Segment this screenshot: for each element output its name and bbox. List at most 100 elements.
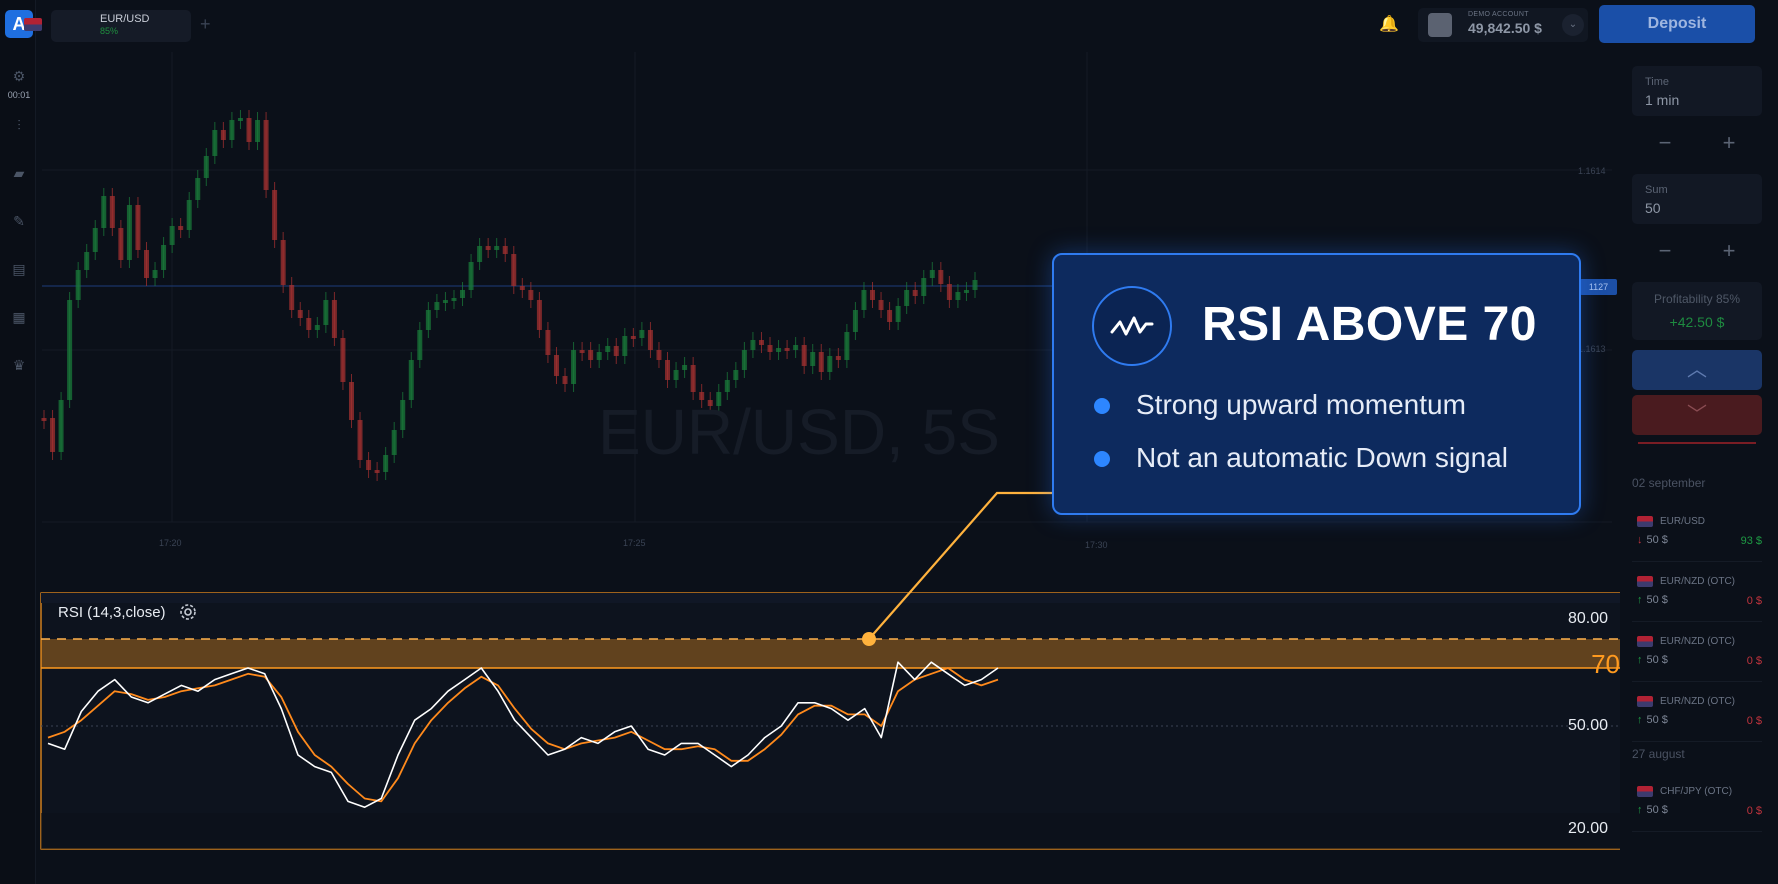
candle-body xyxy=(793,345,799,350)
candle-body xyxy=(571,350,577,384)
deposit-button[interactable]: Deposit xyxy=(1599,5,1755,43)
candle-body xyxy=(767,345,773,352)
trade-history-item[interactable]: EUR/USD ↓ 50 $ 93 $ xyxy=(1632,508,1762,562)
candle-body xyxy=(84,252,90,270)
flag-icon xyxy=(1637,516,1653,527)
candle-body xyxy=(955,292,961,300)
candle-body xyxy=(67,300,73,400)
indicators-icon[interactable]: ▤ xyxy=(9,259,29,279)
candle-body xyxy=(887,310,893,322)
bell-icon[interactable]: 🔔 xyxy=(1378,14,1400,36)
trading-app: { "topbar": { "asset_name": "EUR/USD", "… xyxy=(0,0,1778,884)
candle-body xyxy=(374,470,380,473)
candle-body xyxy=(682,365,688,370)
trade-history-item[interactable]: EUR/NZD (OTC) ↑ 50 $ 0 $ xyxy=(1632,628,1762,682)
candle-body xyxy=(647,330,653,350)
candle-body xyxy=(477,246,483,262)
sum-decrease-button[interactable]: − xyxy=(1650,238,1680,264)
candle-body xyxy=(280,240,286,285)
current-price-tag: 1127 xyxy=(1580,279,1617,295)
candles-icon[interactable]: ⫶ xyxy=(9,115,29,135)
candle-body xyxy=(784,348,790,351)
profitability-label: Profitability 85% xyxy=(1653,292,1741,306)
trade-pair: EUR/NZD (OTC) xyxy=(1660,576,1735,587)
time-field[interactable] xyxy=(1632,66,1762,116)
candle-body xyxy=(912,290,918,296)
trade-history-item[interactable]: CHF/JPY (OTC) ↑ 50 $ 0 $ xyxy=(1632,778,1762,832)
candle-body xyxy=(229,120,235,140)
candle-body xyxy=(383,455,389,472)
time-increase-button[interactable]: + xyxy=(1714,130,1744,156)
candle-body xyxy=(639,330,645,338)
trade-history-item[interactable]: EUR/NZD (OTC) ↑ 50 $ 0 $ xyxy=(1632,568,1762,622)
history-date: 27 august xyxy=(1632,747,1685,761)
trophy-icon[interactable]: ♛ xyxy=(9,355,29,375)
candle-body xyxy=(366,460,372,470)
rsi-level-20: 20.00 xyxy=(1567,820,1608,837)
chevron-down-icon[interactable]: ⌄ xyxy=(1562,14,1584,36)
time-decrease-button[interactable]: − xyxy=(1650,130,1680,156)
candle-body xyxy=(946,284,952,300)
candle-body xyxy=(630,336,636,339)
candle-body xyxy=(306,318,312,330)
gear-icon[interactable] xyxy=(176,600,200,624)
avatar[interactable] xyxy=(1428,13,1452,37)
rsi-indicator-label[interactable]: RSI (14,3,close) xyxy=(58,604,166,621)
trade-pair: EUR/USD xyxy=(1660,516,1706,527)
time-label: 17:20 xyxy=(159,538,182,548)
candle-body xyxy=(340,338,346,382)
sum-value: 50 xyxy=(1645,200,1661,216)
candle-body xyxy=(297,310,303,318)
up-button[interactable]: ︿ xyxy=(1632,350,1762,390)
drawing-tools-icon[interactable]: ✎ xyxy=(9,211,29,231)
oversold-zone xyxy=(41,813,1620,849)
candle-body xyxy=(938,270,944,284)
candle-body xyxy=(511,254,517,286)
trade-amount: ↑ 50 $ xyxy=(1637,654,1668,666)
callout-bullet-text: Strong upward momentum xyxy=(1136,389,1466,420)
candle-body xyxy=(818,352,824,372)
sum-increase-button[interactable]: + xyxy=(1714,238,1744,264)
candle-body xyxy=(733,370,739,380)
candle-body xyxy=(400,400,406,430)
candle-body xyxy=(553,355,559,376)
direction-arrow-icon: ↑ xyxy=(1637,654,1643,666)
candle-body xyxy=(844,332,850,360)
candle-body xyxy=(246,118,252,142)
candle-body xyxy=(178,226,184,230)
add-tab-icon[interactable]: + xyxy=(200,14,211,35)
candle-body xyxy=(408,360,414,400)
rsi-level-80: 80.00 xyxy=(1567,610,1608,627)
sum-field[interactable] xyxy=(1632,174,1762,224)
candle-body xyxy=(255,120,261,142)
rsi-level-50: 50.00 xyxy=(1567,717,1608,734)
down-button[interactable]: ﹀ xyxy=(1632,395,1762,435)
candle-body xyxy=(169,226,175,245)
calendar-icon[interactable]: ▦ xyxy=(9,307,29,327)
candle-body xyxy=(357,420,363,460)
trade-history-item[interactable]: EUR/NZD (OTC) ↑ 50 $ 0 $ xyxy=(1632,688,1762,742)
candle-body xyxy=(827,356,833,372)
profit-box xyxy=(1632,282,1762,340)
candle-body xyxy=(212,130,218,156)
time-label: 17:30 xyxy=(1085,540,1108,550)
candle-body xyxy=(929,270,935,278)
pulse-icon xyxy=(1092,286,1172,366)
candle-body xyxy=(460,290,466,298)
chart-watermark: EUR/USD, 5S xyxy=(598,396,1000,468)
trade-result: 0 $ xyxy=(1746,655,1762,667)
timer-icon[interactable]: ⚙ xyxy=(9,66,29,86)
area-chart-icon[interactable]: ▰ xyxy=(9,163,29,183)
rsi-panel-header xyxy=(41,593,1620,603)
candle-body xyxy=(545,330,551,355)
trade-result: 0 $ xyxy=(1746,805,1762,817)
candle-body xyxy=(758,340,764,345)
us-flag-icon xyxy=(24,18,42,31)
candle-body xyxy=(118,228,124,260)
sum-label: Sum xyxy=(1645,184,1668,196)
candle-body xyxy=(289,285,295,310)
candle-body xyxy=(810,352,816,366)
candle-body xyxy=(101,196,107,228)
time-label: Time xyxy=(1645,76,1670,88)
candle-body xyxy=(220,130,226,140)
